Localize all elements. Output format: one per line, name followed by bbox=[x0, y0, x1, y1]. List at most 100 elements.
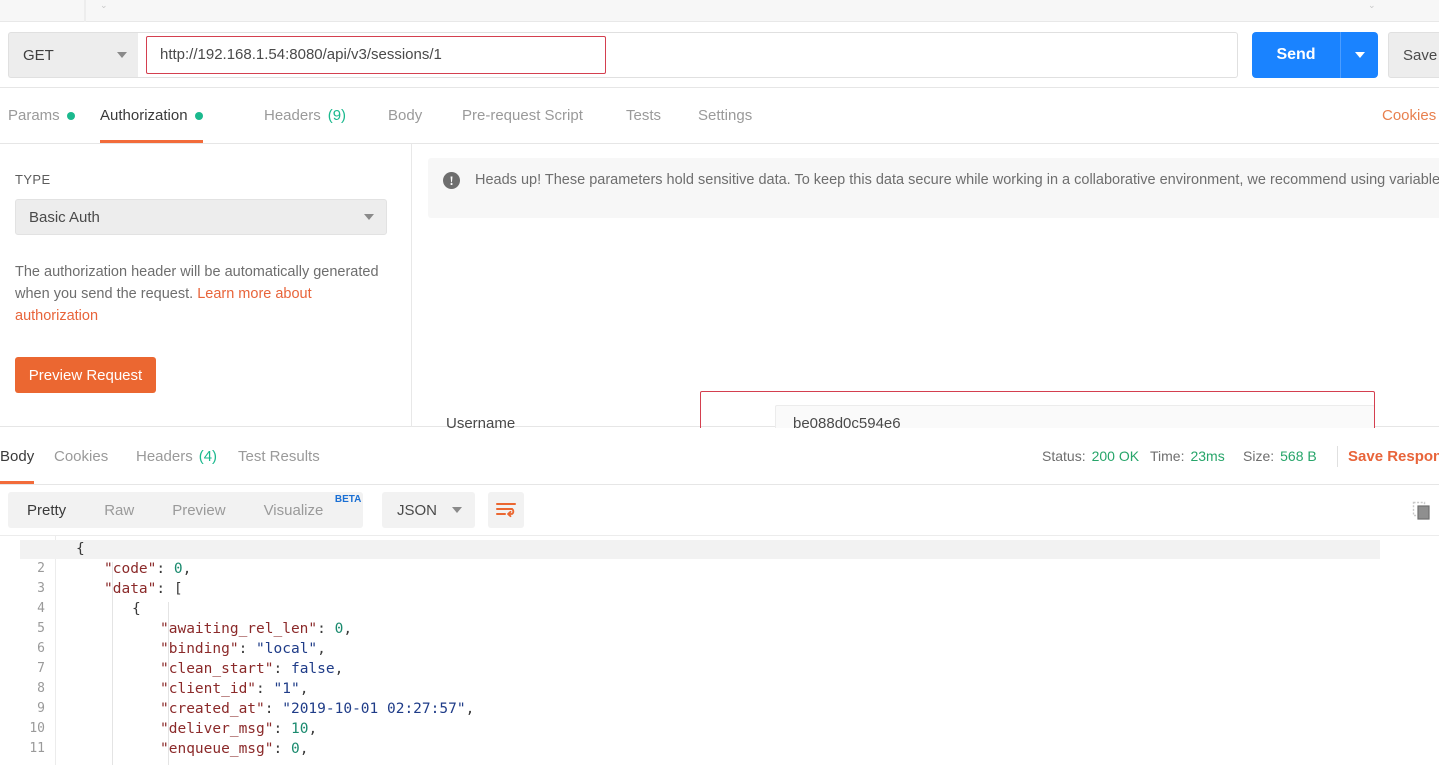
response-language-select[interactable]: JSON bbox=[382, 492, 475, 528]
tab-divider bbox=[84, 0, 86, 22]
request-tab-bar: Params Authorization Headers (9) Body Pr… bbox=[0, 88, 1439, 144]
url-text: http://192.168.1.54:8080/api/v3/sessions… bbox=[160, 46, 442, 63]
tab-params[interactable]: Params bbox=[8, 88, 75, 143]
response-tab-cookies[interactable]: Cookies bbox=[54, 428, 108, 484]
format-tab-pretty[interactable]: Pretty bbox=[8, 492, 85, 528]
format-tab-raw[interactable]: Raw bbox=[85, 492, 153, 528]
format-tab-preview[interactable]: Preview bbox=[153, 492, 244, 528]
warning-message: Heads up! These parameters hold sensitiv… bbox=[475, 172, 1439, 188]
code-line: { bbox=[76, 541, 85, 561]
line-number: 8 bbox=[1, 681, 45, 696]
tab-label: Authorization bbox=[100, 107, 188, 124]
tab-label: Headers bbox=[136, 448, 193, 465]
chevron-down-icon bbox=[364, 214, 374, 220]
code-token: false bbox=[291, 661, 335, 677]
code-line: "enqueue_msg": 0, bbox=[160, 741, 308, 761]
line-number: 7 bbox=[1, 661, 45, 676]
code-token: { bbox=[76, 541, 85, 557]
line-number: 2 bbox=[1, 561, 45, 576]
tab-label: Pretty bbox=[27, 502, 66, 519]
response-tab-headers[interactable]: Headers (4) bbox=[136, 428, 217, 484]
copy-icon[interactable] bbox=[1408, 497, 1434, 523]
tab-count: (9) bbox=[328, 107, 346, 124]
line-number: 11 bbox=[1, 741, 45, 756]
chevron-down-icon bbox=[1355, 52, 1365, 58]
auth-config-column: TYPE Basic Auth The authorization header… bbox=[0, 144, 412, 427]
line-number: 10 bbox=[1, 721, 45, 736]
cookies-link[interactable]: Cookies bbox=[1382, 88, 1436, 143]
format-tab-group: Pretty Raw Preview Visualize BETA bbox=[8, 492, 363, 528]
code-token: , bbox=[300, 681, 309, 697]
auth-type-value: Basic Auth bbox=[29, 209, 100, 226]
code-token: , bbox=[308, 721, 317, 737]
url-input[interactable]: http://192.168.1.54:8080/api/v3/sessions… bbox=[138, 32, 1238, 78]
tab-headers[interactable]: Headers (9) bbox=[264, 88, 346, 143]
code-token: , bbox=[183, 561, 192, 577]
wrap-lines-button[interactable] bbox=[488, 492, 524, 528]
tab-label: Preview bbox=[172, 502, 225, 519]
request-url-bar: GET http://192.168.1.54:8080/api/v3/sess… bbox=[0, 22, 1439, 88]
code-line: { bbox=[132, 601, 141, 621]
line-number: 5 bbox=[1, 621, 45, 636]
tab-label: Cookies bbox=[54, 448, 108, 465]
code-line: "clean_start": false, bbox=[160, 661, 343, 681]
format-tab-visualize[interactable]: Visualize BETA bbox=[245, 492, 364, 528]
response-body-viewer[interactable]: 1234567891011 {"code": 0,"data": [{"awai… bbox=[0, 535, 1439, 765]
code-line: "deliver_msg": 10, bbox=[160, 721, 317, 741]
code-token: "2019-10-01 02:27:57" bbox=[282, 701, 465, 717]
time-value: 23ms bbox=[1190, 448, 1224, 464]
code-token: : bbox=[239, 641, 256, 657]
preview-request-button[interactable]: Preview Request bbox=[15, 357, 156, 393]
code-line: "client_id": "1", bbox=[160, 681, 308, 701]
status-meta: Status: 200 OK bbox=[1042, 428, 1139, 484]
code-token: "enqueue_msg" bbox=[160, 741, 274, 757]
response-tab-body[interactable]: Body bbox=[0, 428, 34, 484]
tab-authorization[interactable]: Authorization bbox=[100, 88, 203, 143]
size-meta: Size: 568 B bbox=[1243, 428, 1317, 484]
code-token: 0 bbox=[174, 561, 183, 577]
code-token: : bbox=[274, 741, 291, 757]
tab-label: Settings bbox=[698, 107, 752, 124]
send-options-button[interactable] bbox=[1340, 32, 1378, 78]
code-token: : bbox=[156, 561, 173, 577]
code-token: : bbox=[274, 721, 291, 737]
code-token: , bbox=[300, 741, 309, 757]
language-value: JSON bbox=[397, 502, 437, 519]
code-token: , bbox=[343, 621, 352, 637]
http-method-select[interactable]: GET bbox=[8, 32, 138, 78]
status-label: Status: bbox=[1042, 448, 1086, 464]
save-response-button[interactable]: Save Respon bbox=[1348, 428, 1439, 484]
tab-label: Params bbox=[8, 107, 60, 124]
send-button[interactable]: Send bbox=[1252, 32, 1340, 78]
size-label: Size: bbox=[1243, 448, 1274, 464]
auth-type-label: TYPE bbox=[15, 172, 395, 187]
save-button[interactable]: Save bbox=[1388, 32, 1439, 78]
code-token: "binding" bbox=[160, 641, 239, 657]
tab-caret-icon: ⌄ bbox=[100, 0, 108, 11]
warning-text: Heads up! These parameters hold sensitiv… bbox=[475, 169, 1439, 191]
tab-label: Body bbox=[0, 448, 34, 465]
code-line: "binding": "local", bbox=[160, 641, 326, 661]
code-line: "created_at": "2019-10-01 02:27:57", bbox=[160, 701, 474, 721]
code-line: "code": 0, bbox=[104, 561, 191, 581]
code-token: { bbox=[132, 601, 141, 617]
tab-count: (4) bbox=[199, 448, 217, 465]
tab-label: Tests bbox=[626, 107, 661, 124]
status-value: 200 OK bbox=[1092, 448, 1139, 464]
code-token: "deliver_msg" bbox=[160, 721, 274, 737]
code-token: , bbox=[335, 661, 344, 677]
time-label: Time: bbox=[1150, 448, 1184, 464]
tab-tests[interactable]: Tests bbox=[626, 88, 661, 143]
tab-settings[interactable]: Settings bbox=[698, 88, 752, 143]
code-line: "data": [ bbox=[104, 581, 183, 601]
line-number: 9 bbox=[1, 701, 45, 716]
code-token: "1" bbox=[274, 681, 300, 697]
code-token: "created_at" bbox=[160, 701, 265, 717]
auth-type-select[interactable]: Basic Auth bbox=[15, 199, 387, 235]
line-number: 3 bbox=[1, 581, 45, 596]
response-tab-test-results[interactable]: Test Results bbox=[238, 428, 320, 484]
window-tab-strip: ⌄ ⌄ bbox=[0, 0, 1439, 22]
line-number: 4 bbox=[1, 601, 45, 616]
tab-pre-request-script[interactable]: Pre-request Script bbox=[462, 88, 583, 143]
tab-body[interactable]: Body bbox=[388, 88, 422, 143]
